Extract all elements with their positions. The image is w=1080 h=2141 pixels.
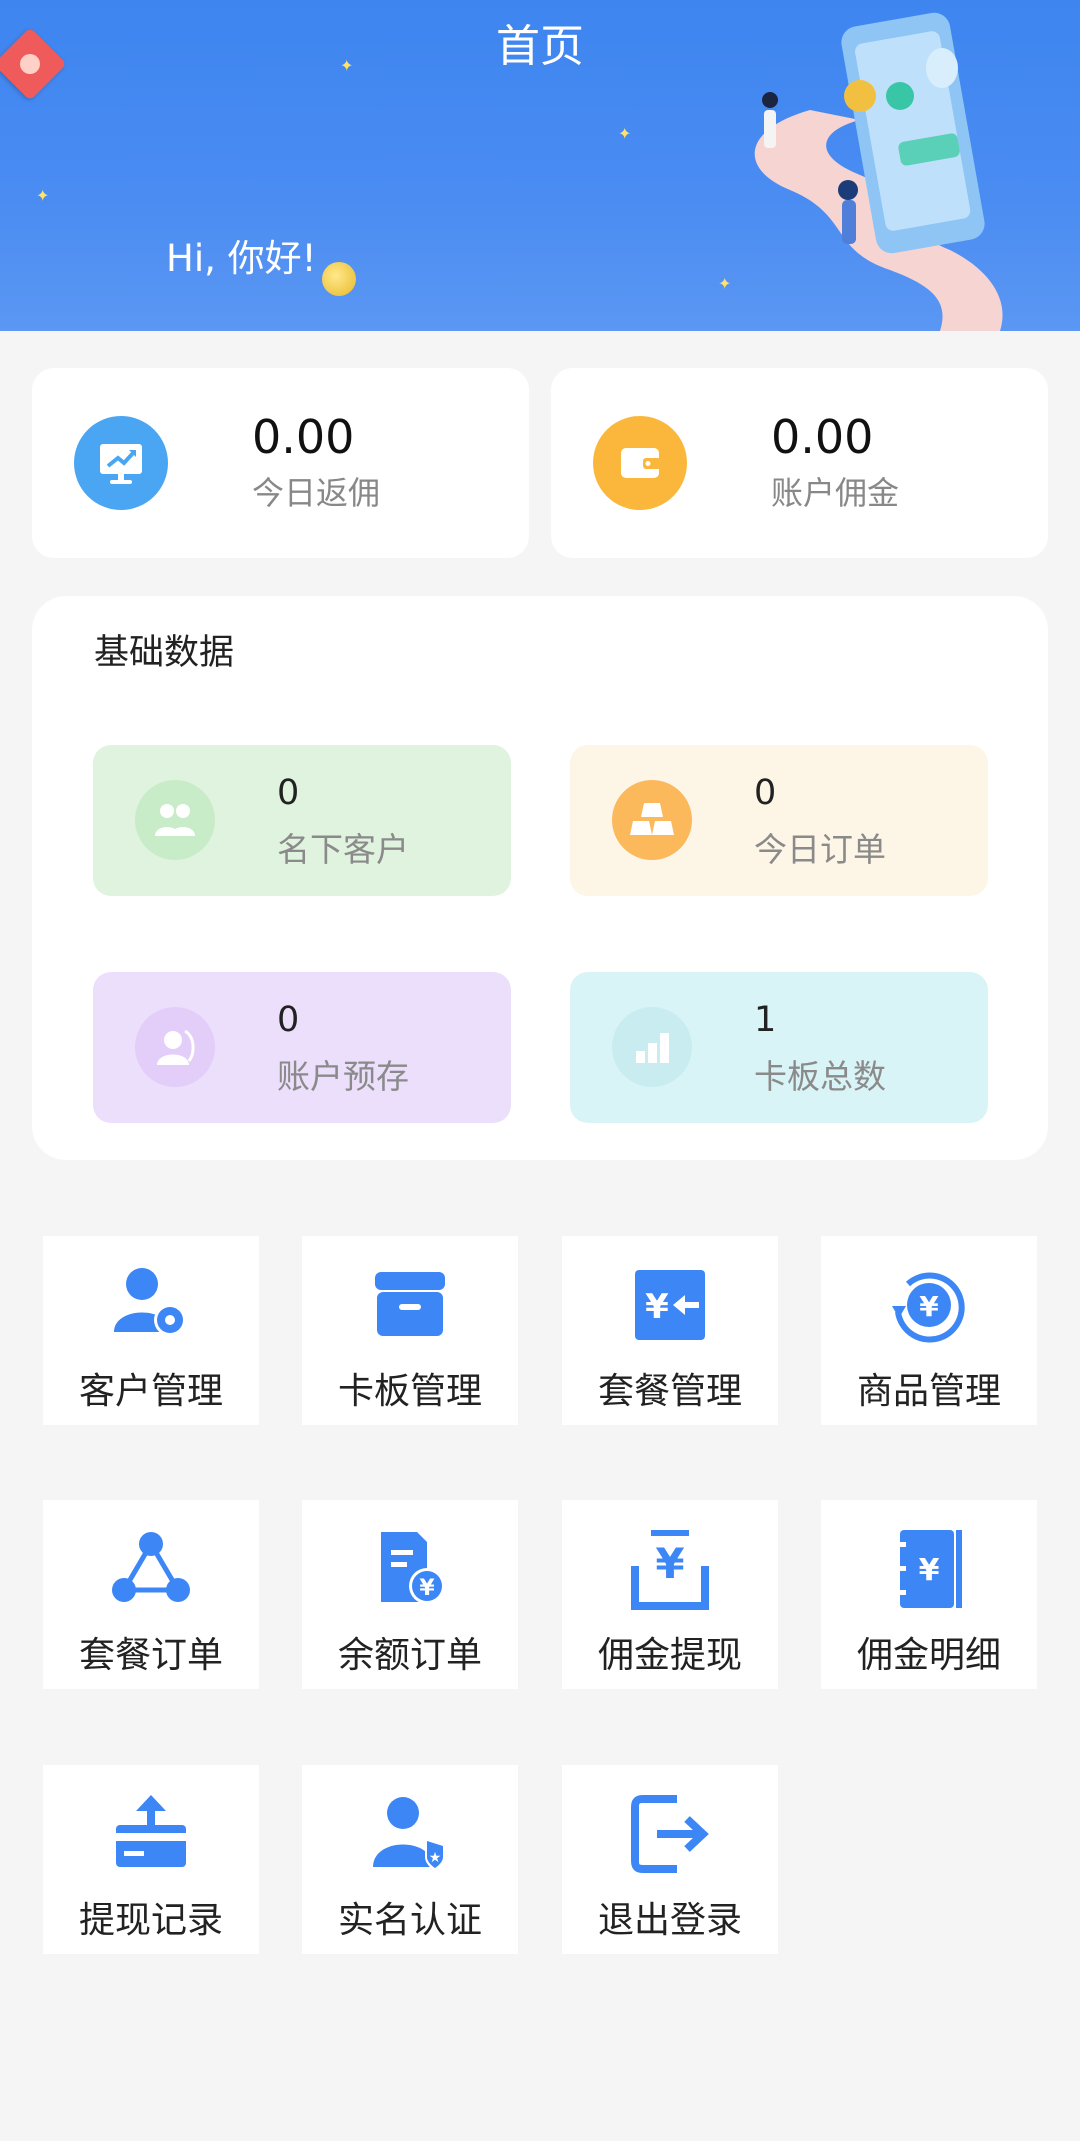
today-orders-label: 今日订单 (754, 830, 886, 869)
account-deposit-label: 账户预存 (277, 1057, 409, 1096)
card-upload-icon (116, 1795, 186, 1867)
menu-package-orders[interactable]: 套餐订单 (43, 1500, 259, 1689)
customers-label: 名下客户 (277, 830, 409, 869)
stat-card-today-rebate[interactable]: 0.00 今日返佣 (32, 368, 529, 558)
menu-label: 退出登录 (597, 1900, 742, 1941)
svg-text:¥: ¥ (419, 1576, 435, 1601)
yuan-refresh-icon: ¥ (892, 1272, 965, 1343)
menu-label: 卡板管理 (337, 1371, 482, 1412)
menu-logout[interactable]: 退出登录 (562, 1765, 778, 1954)
svg-text:¥: ¥ (919, 1553, 940, 1588)
user-circle-icon (135, 1007, 215, 1087)
bar-chart-icon (612, 1007, 692, 1087)
menu-label: 提现记录 (78, 1900, 223, 1941)
menu-label: 实名认证 (337, 1900, 482, 1941)
customers-value: 0 (277, 773, 300, 813)
today-rebate-value: 0.00 (252, 410, 355, 464)
today-orders-value: 0 (754, 773, 777, 813)
logout-icon (631, 1795, 709, 1873)
menu-label: 套餐订单 (78, 1635, 223, 1676)
menu-label: 套餐管理 (597, 1371, 742, 1412)
account-commission-value: 0.00 (771, 410, 874, 464)
yuan-withdraw-icon: ¥ (631, 1530, 709, 1610)
wallet-icon (593, 416, 687, 510)
yuan-transfer-icon: ¥ (635, 1270, 705, 1340)
greeting-text: Hi, 你好! (166, 237, 317, 280)
tile-card-total[interactable]: 1 卡板总数 (570, 972, 988, 1123)
menu-label: 余额订单 (337, 1635, 482, 1676)
menu-withdraw-records[interactable]: 提现记录 (43, 1765, 259, 1954)
user-settings-icon (114, 1268, 186, 1336)
document-yuan-icon: ¥ (381, 1532, 445, 1604)
menu-commission-withdraw[interactable]: ¥ 佣金提现 (562, 1500, 778, 1689)
menu-balance-orders[interactable]: ¥ 余额订单 (302, 1500, 518, 1689)
ledger-icon: ¥ (894, 1530, 962, 1608)
tile-today-orders[interactable]: 0 今日订单 (570, 745, 988, 896)
card-total-label: 卡板总数 (754, 1057, 886, 1096)
header-banner: ✦ ✦ ✦ ✦ 首页 Hi, 你好! (0, 0, 1080, 331)
svg-text:★: ★ (429, 1850, 442, 1866)
svg-text:¥: ¥ (645, 1287, 669, 1327)
trend-screen-icon (74, 416, 168, 510)
banner-illustration (754, 12, 1003, 331)
users-icon (135, 780, 215, 860)
menu-commission-details[interactable]: ¥ 佣金明细 (821, 1500, 1037, 1689)
menu-label: 客户管理 (78, 1371, 223, 1412)
menu-card-management[interactable]: 卡板管理 (302, 1236, 518, 1425)
stat-card-account-commission[interactable]: 0.00 账户佣金 (551, 368, 1048, 558)
user-badge-icon: ★ (373, 1797, 445, 1871)
account-commission-label: 账户佣金 (771, 474, 900, 512)
basic-data-title: 基础数据 (94, 633, 235, 673)
menu-package-management[interactable]: ¥ 套餐管理 (562, 1236, 778, 1425)
menu-label: 商品管理 (856, 1371, 1001, 1412)
menu-product-management[interactable]: ¥ 商品管理 (821, 1236, 1037, 1425)
gold-bars-icon (612, 780, 692, 860)
svg-text:¥: ¥ (919, 1290, 939, 1323)
today-rebate-label: 今日返佣 (252, 474, 381, 512)
svg-text:¥: ¥ (655, 1539, 684, 1588)
menu-real-name-verification[interactable]: ★ 实名认证 (302, 1765, 518, 1954)
menu-label: 佣金明细 (856, 1635, 1001, 1676)
tile-account-deposit[interactable]: 0 账户预存 (93, 972, 511, 1123)
basic-data-panel: 基础数据 0 名下客户 0 今日订单 0 账户预存 1 卡板总数 (32, 596, 1048, 1160)
account-deposit-value: 0 (277, 1000, 300, 1040)
network-icon (112, 1532, 190, 1602)
box-icon (375, 1272, 445, 1336)
coin-icon (322, 262, 356, 296)
menu-label: 佣金提现 (597, 1635, 742, 1676)
star-icon: ✦ (36, 186, 50, 205)
star-icon: ✦ (618, 124, 632, 143)
tile-customers[interactable]: 0 名下客户 (93, 745, 511, 896)
card-total-value: 1 (754, 1000, 777, 1040)
menu-customer-management[interactable]: 客户管理 (43, 1236, 259, 1425)
